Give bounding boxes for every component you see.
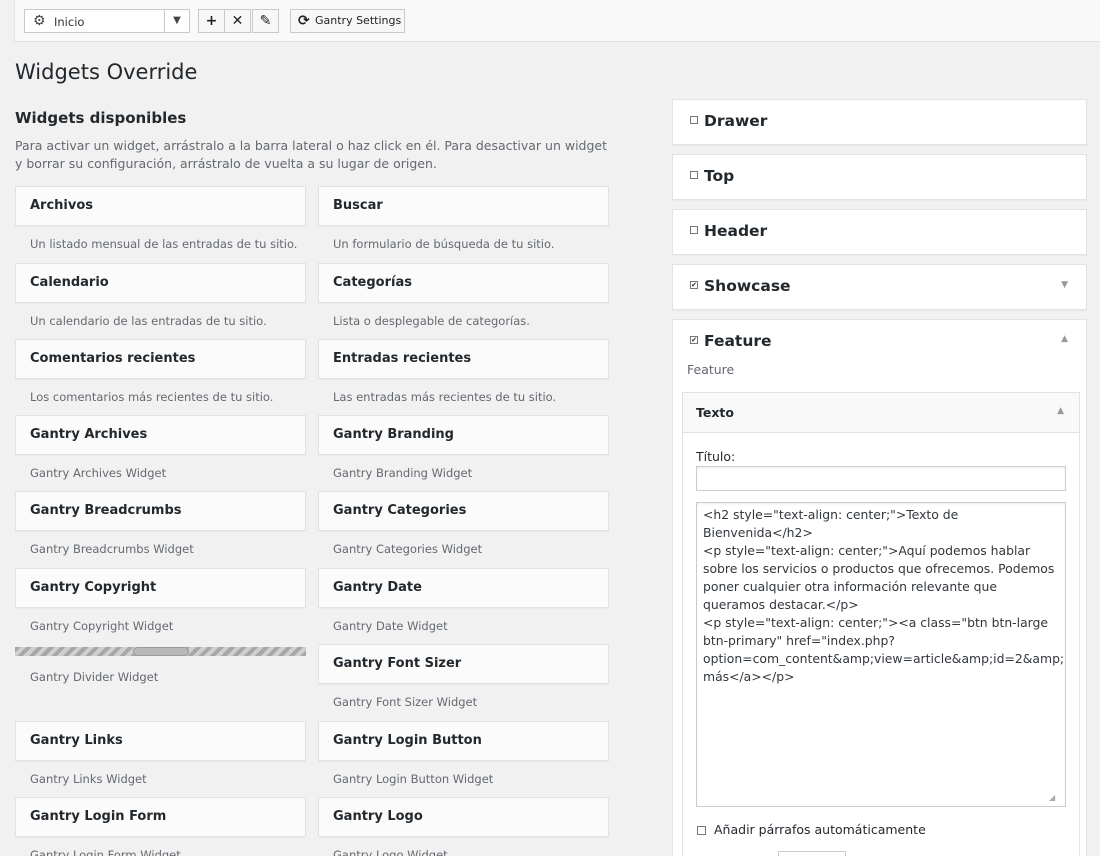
widget-tile[interactable]: Gantry Breadcrumbs [15,491,306,531]
plus-icon: + [205,13,218,29]
delete-button[interactable]: ✕ [224,9,251,33]
widget-description: Un listado mensual de las entradas de tu… [30,237,298,251]
widget-tile[interactable]: Gantry Login Button [318,721,609,761]
widget-tile[interactable]: Gantry Branding [318,415,609,455]
sidebar-feature: ✔ Feature ▲ Feature Texto ▲ Título: <h2 … [672,319,1087,856]
sidebar-checkbox[interactable] [690,171,698,179]
widget-description: Gantry Date Widget [333,619,448,633]
widget-description: Gantry Archives Widget [30,466,167,480]
available-widgets-description: Para activar un widget, arrástralo a la … [15,138,608,171]
widget-tile[interactable]: Categorías [318,263,609,303]
widget-tile[interactable]: Gantry Font Sizer [318,644,609,684]
widget-description: Gantry Logo Widget [333,848,448,856]
chevron-down-icon[interactable]: ▼ [1061,280,1068,290]
divider-widget-tile[interactable] [15,647,306,656]
widget-tile[interactable]: Gantry Login Form [15,797,306,837]
sidebar-drawer[interactable]: Drawer [672,99,1087,145]
resize-grip-icon[interactable]: ◢ [1049,793,1055,802]
auto-paragraph-label: Añadir párrafos automáticamente [714,822,926,837]
widget-description: Gantry Links Widget [30,772,147,786]
title-field-label: Título: [696,449,736,464]
sidebar-description: Feature [687,362,735,377]
widget-tile[interactable]: Gantry Logo [318,797,609,837]
widget-tile[interactable]: Gantry Copyright [15,568,306,608]
sidebar-checkbox[interactable]: ✔ [690,281,698,289]
widget-description: Los comentarios más recientes de tu siti… [30,390,274,404]
widget-description: Un calendario de las entradas de tu siti… [30,314,267,328]
widget-description: Gantry Font Sizer Widget [333,695,478,709]
gantry-settings-label: Gantry Settings [315,14,402,27]
sidebar-label: Header [704,222,768,240]
content-textarea[interactable]: <h2 style="text-align: center;">Texto de… [696,502,1066,807]
widget-description: Gantry Categories Widget [333,542,483,556]
sidebar-header[interactable]: Header [672,209,1087,255]
widget-tile[interactable]: Gantry Date [318,568,609,608]
page-title: Widgets Override [15,60,198,84]
text-widget-header[interactable]: Texto ▲ [683,393,1079,433]
widget-tile[interactable]: Comentarios recientes [15,339,306,379]
divider-knob [133,647,189,656]
gantry-settings-button[interactable]: ⟳ Gantry Settings [290,9,405,33]
gear-icon: ⚙ [33,13,46,29]
sidebar-showcase[interactable]: ✔ Showcase ▼ [672,264,1087,310]
widget-description: Las entradas más recientes de tu sitio. [333,390,557,404]
widget-tile[interactable]: Gantry Categories [318,491,609,531]
sidebar-top[interactable]: Top [672,154,1087,200]
chevron-down-icon[interactable]: ▼ [164,10,189,32]
location-select-value: Inicio [54,15,85,29]
widget-description: Gantry Copyright Widget [30,619,174,633]
refresh-icon: ⟳ [298,13,310,29]
widget-tile[interactable]: Buscar [318,186,609,226]
edit-button[interactable]: ✎ [252,9,279,33]
chevron-up-icon[interactable]: ▲ [1061,334,1068,344]
widget-description: Gantry Divider Widget [30,670,159,684]
sidebar-checkbox[interactable] [690,226,698,234]
sidebar-label: Showcase [704,277,791,295]
widget-description: Gantry Login Form Widget [30,848,181,856]
widget-description: Un formulario de búsqueda de tu sitio. [333,237,555,251]
widget-tile[interactable]: Calendario [15,263,306,303]
text-widget-title: Texto [696,405,734,420]
widget-tile[interactable]: Gantry Archives [15,415,306,455]
sidebar-checkbox[interactable]: ✔ [690,336,698,344]
auto-paragraph-checkbox[interactable] [697,826,706,835]
widget-tile[interactable]: Gantry Links [15,721,306,761]
chevron-up-icon[interactable]: ▲ [1057,406,1064,416]
extra-control[interactable] [778,851,846,856]
pencil-icon: ✎ [259,13,272,29]
widget-description: Gantry Login Button Widget [333,772,494,786]
widget-description: Gantry Breadcrumbs Widget [30,542,194,556]
widget-description: Lista o desplegable de categorías. [333,314,530,328]
title-field[interactable] [696,466,1066,491]
text-widget: Texto ▲ Título: <h2 style="text-align: c… [682,392,1080,856]
auto-paragraph-option[interactable]: Añadir párrafos automáticamente [697,822,926,837]
sidebar-label: Top [704,167,735,185]
sidebar-label[interactable]: Feature [704,332,772,350]
add-button[interactable]: + [198,9,225,33]
close-icon: ✕ [231,13,244,29]
widget-tile[interactable]: Archivos [15,186,306,226]
sidebar-label: Drawer [704,112,768,130]
widget-tile[interactable]: Entradas recientes [318,339,609,379]
widget-description: Gantry Branding Widget [333,466,473,480]
location-select[interactable]: ⚙ Inicio ▼ [24,9,190,33]
available-widgets-title: Widgets disponibles [15,109,187,127]
top-toolbar: ⚙ Inicio ▼ + ✕ ✎ ⟳ Gantry Settings [14,0,1100,42]
sidebar-checkbox[interactable] [690,116,698,124]
